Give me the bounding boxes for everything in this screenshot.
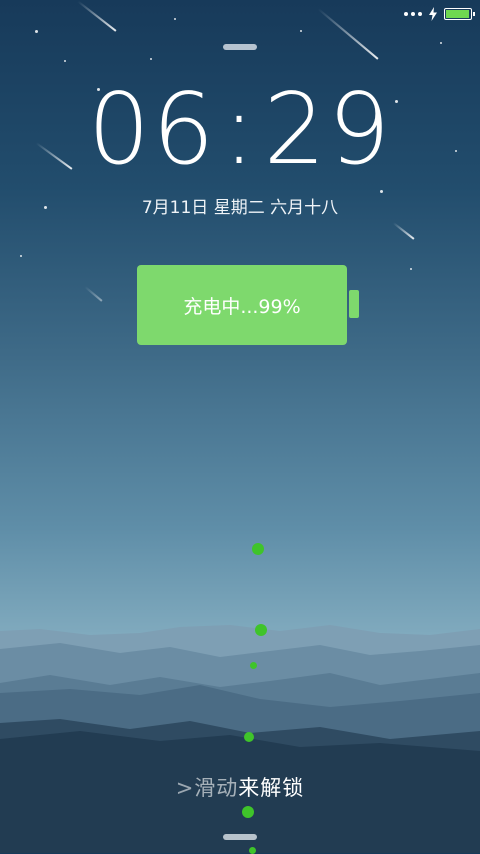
- date-label: 7月11日 星期二 六月十八: [141, 198, 339, 218]
- arrow-right-icon: >: [175, 776, 195, 800]
- unlock-text-part1: 滑动: [194, 776, 239, 800]
- unlock-text-part3: 解锁: [260, 776, 305, 800]
- clock-minute-1: 2: [263, 73, 328, 187]
- unlock-trail-dot: [250, 662, 257, 669]
- clock: 06:29: [0, 70, 480, 190]
- clock-hour-2: 6: [152, 73, 217, 187]
- battery-fill: [446, 10, 469, 18]
- clock-hour-1: 0: [87, 73, 153, 187]
- unlock-trail-dot: [255, 624, 267, 636]
- unlock-trail-dot: [252, 543, 264, 555]
- charging-battery-nub: [349, 290, 359, 318]
- top-pull-handle[interactable]: [223, 44, 257, 50]
- unlock-trail-dot: [244, 732, 254, 742]
- status-bar: [404, 6, 475, 22]
- swipe-to-unlock-hint[interactable]: >滑动来解锁: [0, 772, 480, 802]
- dots-icon: [404, 12, 422, 16]
- charging-label: 充电中...99%: [183, 295, 301, 318]
- unlock-text-part2: 来: [238, 776, 261, 800]
- lightning-bolt-icon: [429, 7, 437, 21]
- clock-minute-2: 9: [327, 73, 393, 187]
- clock-separator: :: [222, 73, 258, 187]
- unlock-trail-dot: [242, 806, 254, 818]
- charging-indicator: 充电中...99%: [137, 265, 347, 345]
- battery-icon: [444, 8, 475, 20]
- bottom-pull-handle[interactable]: [223, 834, 257, 840]
- wallpaper-mountains: [0, 625, 480, 853]
